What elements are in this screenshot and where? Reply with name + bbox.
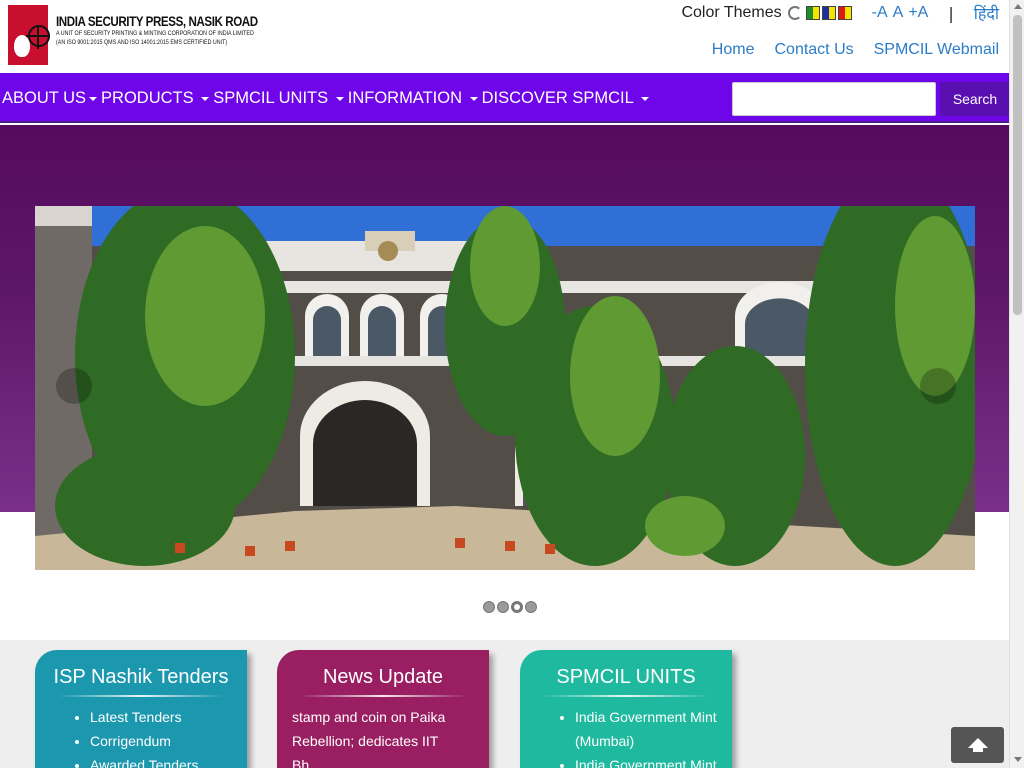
theme-swatches: [787, 6, 854, 20]
carousel-indicators: [483, 601, 537, 613]
theme-red-yellow[interactable]: [837, 6, 852, 20]
home-link[interactable]: Home: [712, 41, 755, 59]
search-form: Search: [732, 82, 1010, 116]
top-links: Home Contact Us SPMCIL Webmail: [712, 41, 999, 59]
nav-spmcil-units[interactable]: SPMCIL UNITS: [213, 89, 344, 108]
theme-blue-yellow[interactable]: [821, 6, 836, 20]
color-themes-label: Color Themes: [681, 4, 782, 21]
back-to-top-button[interactable]: [951, 727, 1004, 763]
scroll-up-icon[interactable]: [1014, 4, 1022, 9]
logo-title: INDIA SECURITY PRESS, NASIK ROAD: [56, 14, 258, 29]
caret-down-icon: [335, 97, 344, 101]
tenders-card-title: ISP Nashik Tenders: [53, 666, 229, 688]
carousel-slide-image: [35, 206, 975, 570]
logo-text: INDIA SECURITY PRESS, NASIK ROAD A UNIT …: [56, 5, 297, 47]
nav-products[interactable]: PRODUCTS: [101, 88, 210, 108]
main-navbar: ABOUT US PRODUCTS SPMCIL UNITS INFORMATI…: [0, 73, 1010, 123]
latest-tenders-link[interactable]: Latest Tenders: [90, 705, 247, 729]
nav-label: SPMCIL UNITS: [213, 88, 329, 107]
units-card-title: SPMCIL UNITS: [556, 666, 696, 688]
carousel-dot-1[interactable]: [483, 601, 495, 613]
nav-label: INFORMATION: [347, 88, 463, 107]
logo-certification: (AN ISO 9001:2015 QMS AND ISO 14001:2015…: [56, 39, 228, 46]
search-input[interactable]: [732, 82, 936, 116]
font-size-controls: -A A +A: [872, 4, 929, 22]
search-button[interactable]: Search: [940, 82, 1010, 116]
news-card: News Update stamp and coin on Paika Rebe…: [277, 650, 489, 768]
carousel-dot-4[interactable]: [525, 601, 537, 613]
nav-discover-spmcil[interactable]: DISCOVER SPMCIL: [482, 89, 650, 108]
font-increase-link[interactable]: +A: [908, 4, 928, 22]
spmcil-logo-icon: [8, 5, 54, 65]
awarded-tenders-link[interactable]: Awarded Tenders: [90, 753, 247, 768]
carousel-next-icon[interactable]: [920, 368, 956, 404]
theme-green-yellow[interactable]: [805, 6, 820, 20]
arrow-up-icon: [967, 738, 988, 752]
accessibility-bar: Color Themes -A A +A | हिंदी: [681, 2, 999, 24]
nav-menu: ABOUT US PRODUCTS SPMCIL UNITS INFORMATI…: [2, 73, 653, 123]
spmcil-webmail-link[interactable]: SPMCIL Webmail: [874, 41, 999, 59]
nav-information[interactable]: INFORMATION: [348, 89, 478, 108]
tenders-card: ISP Nashik Tenders Latest Tenders Corrig…: [35, 650, 247, 768]
nav-label: PRODUCTS: [101, 88, 194, 107]
reset-theme-icon[interactable]: [787, 6, 802, 20]
nav-label: ABOUT US: [2, 88, 87, 107]
units-list: India Government Mint (Mumbai) India Gov…: [520, 705, 732, 768]
carousel-dot-2[interactable]: [497, 601, 509, 613]
page-scrollbar[interactable]: [1009, 0, 1024, 768]
nav-label: DISCOVER SPMCIL: [481, 88, 634, 107]
caret-down-icon: [201, 97, 210, 101]
contact-us-link[interactable]: Contact Us: [774, 41, 853, 59]
divider: [542, 695, 710, 697]
carousel-prev-icon[interactable]: [56, 368, 92, 404]
carousel-dot-3[interactable]: [511, 601, 523, 613]
unit-link-2[interactable]: India Government Mint: [575, 753, 732, 768]
tenders-list: Latest Tenders Corrigendum Awarded Tende…: [35, 705, 247, 768]
site-header: INDIA SECURITY PRESS, NASIK ROAD A UNIT …: [0, 0, 1009, 73]
site-logo[interactable]: INDIA SECURITY PRESS, NASIK ROAD A UNIT …: [8, 5, 297, 65]
news-card-title: News Update: [322, 666, 444, 688]
font-normal-link[interactable]: A: [893, 4, 904, 22]
caret-down-icon: [89, 97, 98, 101]
separator: |: [948, 3, 954, 23]
corrigendum-link[interactable]: Corrigendum: [90, 729, 247, 753]
caret-down-icon: [641, 97, 650, 101]
unit-link-mumbai[interactable]: India Government Mint (Mumbai): [575, 705, 732, 753]
hindi-language-link[interactable]: हिंदी: [974, 2, 999, 24]
divider: [57, 695, 225, 697]
font-decrease-link[interactable]: -A: [872, 4, 888, 22]
scroll-down-icon[interactable]: [1014, 757, 1022, 762]
nav-about-us[interactable]: ABOUT US: [2, 88, 98, 108]
logo-subtitle: A UNIT OF SECURITY PRINTING & MINTING CO…: [56, 30, 254, 37]
scrollbar-thumb[interactable]: [1013, 15, 1022, 315]
news-ticker-text[interactable]: stamp and coin on Paika Rebellion; dedic…: [277, 697, 489, 768]
units-card: SPMCIL UNITS India Government Mint (Mumb…: [520, 650, 732, 768]
caret-down-icon: [469, 97, 478, 101]
